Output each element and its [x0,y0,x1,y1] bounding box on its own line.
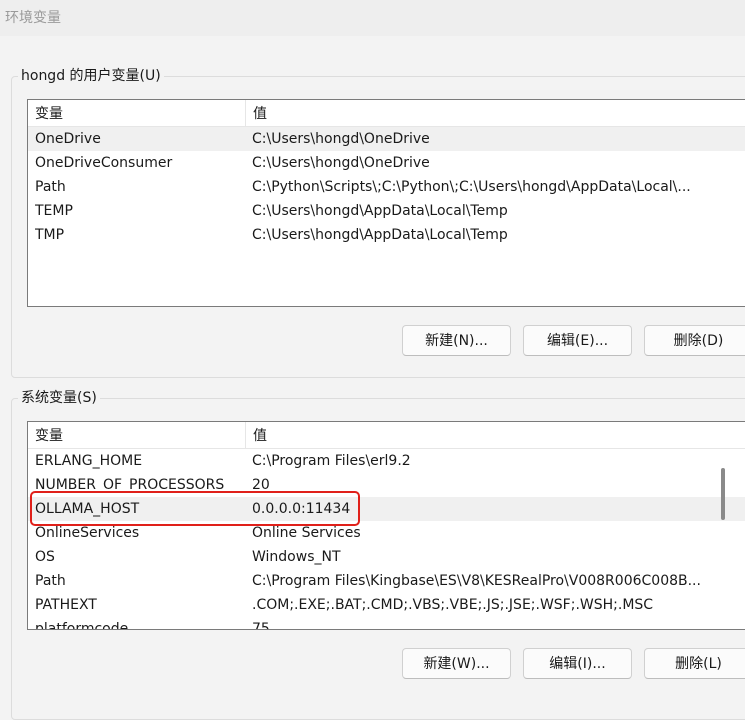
user-edit-button[interactable]: 编辑(E)... [523,325,632,356]
user-delete-button[interactable]: 删除(D) [644,325,745,356]
variable-value: Windows_NT [252,549,341,565]
table-row[interactable]: OS Windows_NT [28,545,745,569]
vertical-scrollbar[interactable] [718,422,728,627]
table-row[interactable]: TEMP C:\Users\hongd\AppData\Local\Temp [28,199,745,223]
variable-name: TEMP [35,203,73,219]
column-header-variable[interactable]: 变量 [28,100,246,126]
system-variables-label: 系统变量(S) [18,387,100,407]
table-row[interactable]: OneDrive C:\Users\hongd\OneDrive [28,127,745,151]
variable-name: OneDrive [35,131,101,147]
variable-value: C:\Users\hongd\AppData\Local\Temp [252,203,508,219]
table-row[interactable]: Path C:\Python\Scripts\;C:\Python\;C:\Us… [28,175,745,199]
user-new-button[interactable]: 新建(N)... [402,325,511,356]
variable-value: .COM;.EXE;.BAT;.CMD;.VBS;.VBE;.JS;.JSE;.… [252,597,654,613]
variable-name: Path [35,573,66,589]
variable-value: 75 [252,621,270,630]
variable-value: C:\Program Files\Kingbase\ES\V8\KESRealP… [252,573,701,589]
column-header-variable[interactable]: 变量 [28,422,246,448]
variable-value: C:\Python\Scripts\;C:\Python\;C:\Users\h… [252,179,691,195]
user-variables-label: hongd 的用户变量(U) [18,65,164,85]
table-row[interactable]: OneDriveConsumer C:\Users\hongd\OneDrive [28,151,745,175]
column-header-value[interactable]: 值 [246,100,733,126]
variable-value: C:\Users\hongd\OneDrive [252,131,430,147]
variable-name: platformcode [35,621,129,630]
list-header: 变量 值 [28,422,745,449]
table-row[interactable]: TMP C:\Users\hongd\AppData\Local\Temp [28,223,745,247]
variable-name: Path [35,179,66,195]
system-delete-button[interactable]: 删除(L) [644,648,745,679]
variable-name: TMP [35,227,65,243]
variable-name: PATHEXT [35,597,97,613]
variable-value: C:\Users\hongd\OneDrive [252,155,430,171]
system-edit-button[interactable]: 编辑(I)... [523,648,632,679]
list-header: 变量 值 [28,100,745,127]
column-header-value[interactable]: 值 [246,422,733,448]
table-row[interactable]: PATHEXT .COM;.EXE;.BAT;.CMD;.VBS;.VBE;.J… [28,593,745,617]
title-bar: 环境变量 [0,0,745,36]
user-variables-list[interactable]: 变量 值 OneDrive C:\Users\hongd\OneDrive On… [27,99,745,307]
table-row[interactable]: platformcode 75 [28,617,745,630]
variable-value: C:\Users\hongd\AppData\Local\Temp [252,227,508,243]
scrollbar-thumb[interactable] [721,468,725,520]
variable-name: ERLANG_HOME [35,453,143,469]
table-row[interactable]: Path C:\Program Files\Kingbase\ES\V8\KES… [28,569,745,593]
variable-name: OS [35,549,55,565]
table-row[interactable]: ERLANG_HOME C:\Program Files\erl9.2 [28,449,745,473]
variable-name: OneDriveConsumer [35,155,173,171]
system-new-button[interactable]: 新建(W)... [402,648,511,679]
variable-value: C:\Program Files\erl9.2 [252,453,411,469]
window-title: 环境变量 [5,10,61,26]
annotation-highlight-box [30,491,360,526]
